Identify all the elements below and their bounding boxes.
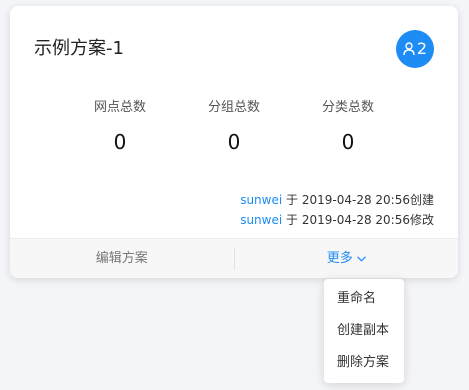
- creator-link[interactable]: sunwei: [240, 193, 282, 207]
- menu-item-delete[interactable]: 删除方案: [324, 347, 404, 379]
- scheme-title: 示例方案-1: [34, 38, 124, 59]
- edit-scheme-button[interactable]: 编辑方案: [10, 239, 234, 278]
- stat-value: 0: [227, 130, 241, 154]
- chevron-down-icon: [356, 256, 366, 262]
- card-footer: 编辑方案 更多: [10, 238, 458, 278]
- stat-value: 0: [341, 130, 355, 154]
- more-label: 更多: [326, 251, 353, 266]
- more-button[interactable]: 更多: [235, 239, 459, 278]
- stat-label: 分类总数: [321, 100, 374, 115]
- log-connector: 于: [286, 193, 299, 207]
- member-badge[interactable]: 2: [396, 30, 434, 68]
- stat-outlet-total: 网点总数 0: [62, 100, 178, 154]
- stat-category-total: 分类总数 0: [290, 100, 406, 154]
- stat-group-total: 分组总数 0: [176, 100, 292, 154]
- log-connector: 于: [286, 213, 299, 227]
- more-dropdown-menu: 重命名 创建副本 删除方案: [324, 279, 404, 383]
- stat-label: 分组总数: [207, 100, 260, 115]
- member-count: 2: [416, 39, 428, 58]
- stat-value: 0: [113, 130, 127, 154]
- edit-scheme-label: 编辑方案: [95, 251, 148, 266]
- stat-label: 网点总数: [93, 100, 146, 115]
- created-log: sunwei 于 2019-04-28 20:56创建: [240, 192, 434, 208]
- scheme-card: 示例方案-1 2 网点总数 0 分组总数 0 分类总数 0 sunwei 于 2…: [10, 6, 458, 278]
- created-time: 2019-04-28 20:56创建: [301, 193, 434, 207]
- menu-item-duplicate[interactable]: 创建副本: [324, 315, 404, 347]
- menu-item-rename[interactable]: 重命名: [324, 283, 404, 315]
- stats-row: 网点总数 0 分组总数 0 分类总数 0: [60, 100, 410, 160]
- modifier-link[interactable]: sunwei: [240, 213, 282, 227]
- user-icon: [403, 42, 415, 56]
- modified-log: sunwei 于 2019-04-28 20:56修改: [240, 212, 434, 228]
- modified-time: 2019-04-28 20:56修改: [301, 213, 434, 227]
